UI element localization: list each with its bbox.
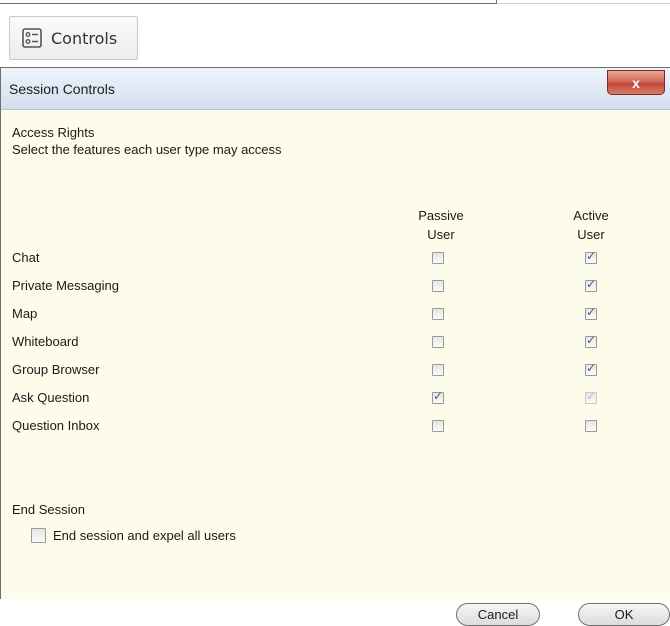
checkbox-whiteboard-passive[interactable] [432,336,444,348]
cancel-button-label: Cancel [477,607,519,622]
checkbox-chat-active[interactable] [585,249,597,264]
column-header-passive-line1: Passive [418,208,464,223]
column-header-active-line1: Active [573,208,609,223]
checkbox-map-active[interactable] [585,305,597,320]
checkbox-private-messaging-passive[interactable] [432,280,444,292]
end-session-heading: End Session [12,502,85,517]
checkbox-whiteboard-active[interactable] [585,333,597,348]
top-input-field[interactable] [0,0,497,4]
checkbox-ask-question-passive[interactable] [432,389,444,404]
access-rights-heading: Access Rights [12,125,95,140]
dialog-content: Access Rights Select the features each u… [1,110,670,626]
checkbox-map-passive[interactable] [432,308,444,320]
column-header-active-line2: User [577,227,605,242]
checklist-icon [22,28,42,48]
ok-button-label: OK [614,607,634,622]
row-label-map: Map [12,306,38,321]
row-label-private-messaging: Private Messaging [12,278,119,293]
row-label-question-inbox: Question Inbox [12,418,100,433]
end-session-checkbox[interactable] [31,528,46,543]
close-button[interactable]: x [607,70,665,95]
column-header-passive-line2: User [427,227,455,242]
checkbox-group-browser-passive[interactable] [432,364,444,376]
session-controls-dialog: Session Controls x Access Rights Select … [0,67,670,626]
cancel-button[interactable]: Cancel [456,603,540,626]
dialog-title: Session Controls [9,81,115,97]
row-label-group-browser: Group Browser [12,362,100,377]
checkbox-chat-passive[interactable] [432,252,444,264]
column-header-active: Active User [551,206,631,244]
checkbox-question-inbox-active[interactable] [585,420,597,432]
controls-label: Controls [51,28,118,48]
controls-button[interactable]: Controls [9,16,138,60]
row-label-chat: Chat [12,250,40,265]
access-rights-subtitle: Select the features each user type may a… [12,142,282,157]
checkbox-private-messaging-active[interactable] [585,277,597,292]
column-header-passive: Passive User [401,206,481,244]
ok-button[interactable]: OK [578,603,670,626]
row-label-ask-question: Ask Question [12,390,90,405]
row-label-whiteboard: Whiteboard [12,334,79,349]
divider [497,3,670,4]
checkbox-group-browser-active[interactable] [585,361,597,376]
checkbox-ask-question-active [585,389,597,404]
checkbox-question-inbox-passive[interactable] [432,420,444,432]
close-icon: x [632,74,640,91]
end-session-label[interactable]: End session and expel all users [53,528,236,543]
title-bar[interactable]: Session Controls x [1,68,670,110]
